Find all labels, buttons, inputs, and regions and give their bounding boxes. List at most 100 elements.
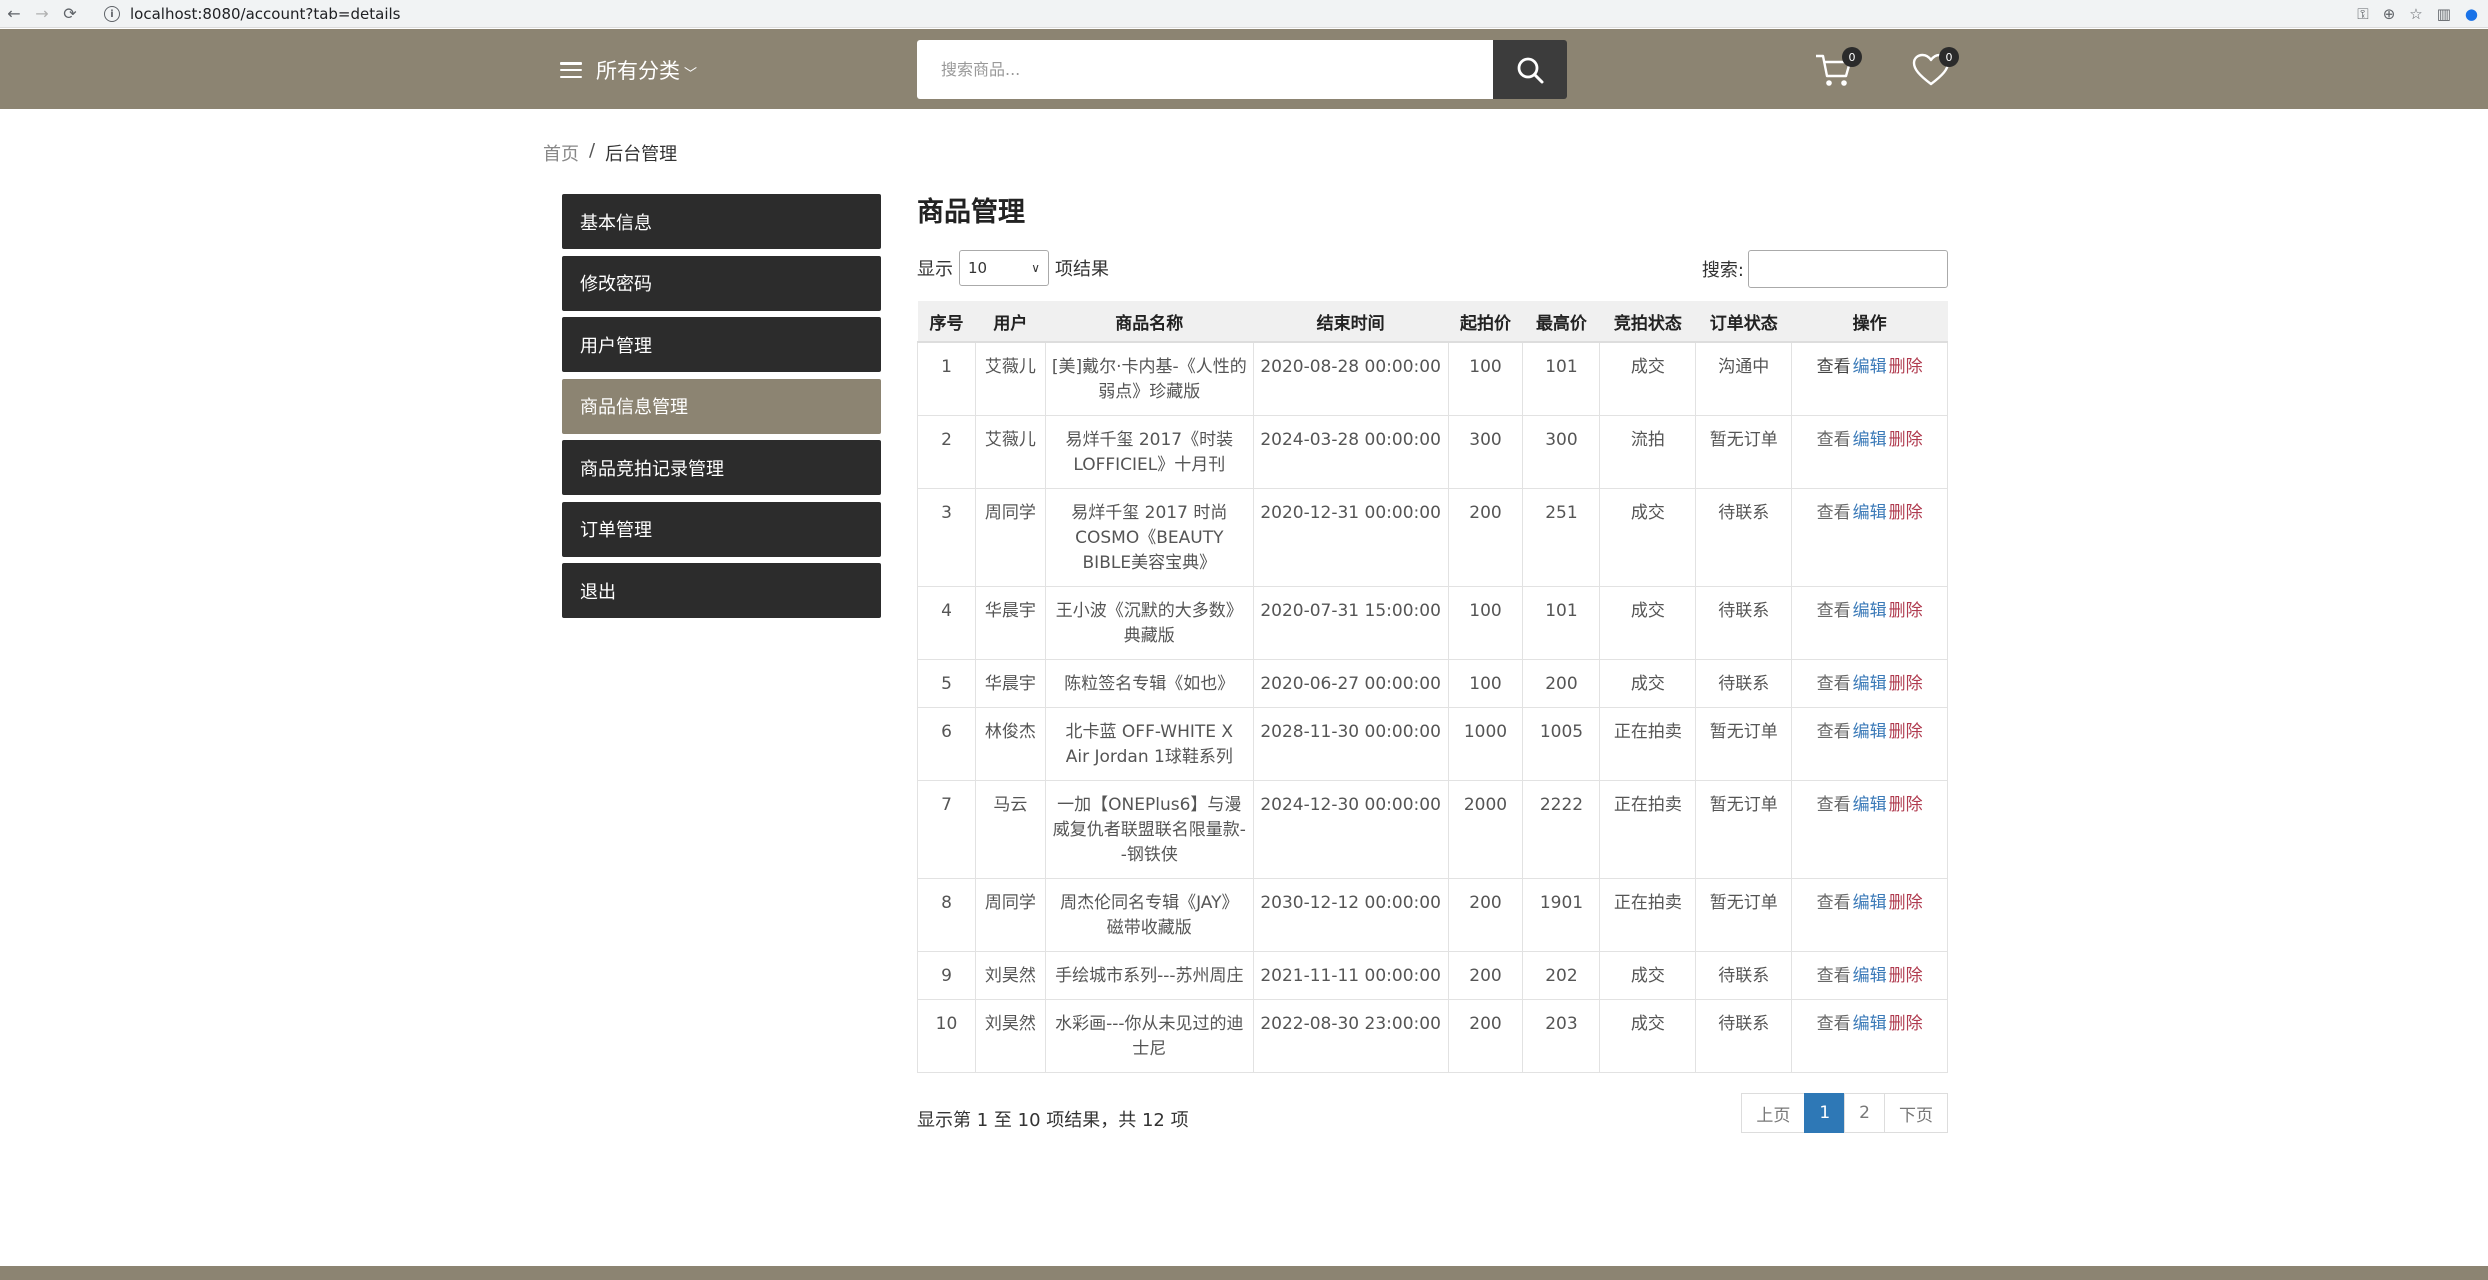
edit-link[interactable]: 编辑	[1853, 430, 1887, 450]
address-bar[interactable]: i localhost:8080/account?tab=details	[104, 2, 400, 26]
site-info-icon[interactable]: i	[104, 6, 120, 22]
edit-link[interactable]: 编辑	[1853, 601, 1887, 621]
zoom-icon[interactable]: ⊕	[2383, 5, 2396, 23]
table-row: 2 艾薇儿 易烊千玺 2017《时装LOFFICIEL》十月刊 2024-03-…	[917, 415, 1948, 489]
delete-link[interactable]: 删除	[1889, 722, 1923, 742]
search-bar	[917, 40, 1567, 99]
delete-link[interactable]: 删除	[1889, 503, 1923, 523]
cell-product-name: 王小波《沉默的大多数》典藏版	[1044, 586, 1254, 660]
star-icon[interactable]: ☆	[2409, 5, 2422, 23]
view-link[interactable]: 查看	[1817, 1014, 1851, 1034]
category-menu[interactable]: 所有分类 ﹀	[560, 55, 697, 85]
edit-link[interactable]: 编辑	[1853, 503, 1887, 523]
chevron-down-icon: ﹀	[684, 66, 698, 82]
delete-link[interactable]: 删除	[1889, 795, 1923, 815]
page-size-select[interactable]: 10 ∨	[959, 250, 1049, 286]
edit-link[interactable]: 编辑	[1853, 966, 1887, 986]
cell-bid-status: 正在拍卖	[1599, 878, 1697, 952]
sidebar-item-logout[interactable]: 退出	[562, 563, 881, 618]
edit-link[interactable]: 编辑	[1853, 795, 1887, 815]
view-link[interactable]: 查看	[1817, 357, 1851, 377]
view-link[interactable]: 查看	[1817, 601, 1851, 621]
col-header-product-name[interactable]: 商品名称	[1045, 301, 1254, 343]
table-controls: 显示 10 ∨ 项结果 搜索:	[917, 250, 1948, 290]
cell-user: 刘昊然	[974, 951, 1046, 1000]
profile-icon[interactable]: ●	[2465, 5, 2478, 23]
next-page-button[interactable]: 下页	[1884, 1093, 1948, 1133]
sidebar-item-change-password[interactable]: 修改密码	[562, 255, 881, 311]
delete-link[interactable]: 删除	[1889, 966, 1923, 986]
table-search-input[interactable]	[1748, 250, 1948, 288]
edit-link[interactable]: 编辑	[1853, 674, 1887, 694]
cell-bid-status: 正在拍卖	[1599, 780, 1697, 879]
delete-link[interactable]: 删除	[1889, 430, 1923, 450]
view-link[interactable]: 查看	[1817, 893, 1851, 913]
col-header-actions[interactable]: 操作	[1791, 301, 1948, 343]
view-link[interactable]: 查看	[1817, 722, 1851, 742]
cell-start-price: 300	[1447, 415, 1524, 489]
cell-bid-status: 成交	[1599, 488, 1697, 587]
cart-button[interactable]: 0	[1814, 47, 1862, 91]
col-header-user[interactable]: 用户	[975, 301, 1046, 343]
cell-no: 6	[917, 707, 976, 781]
cell-user: 艾薇儿	[974, 341, 1046, 416]
wishlist-button[interactable]: 0	[1911, 47, 1959, 91]
col-header-bid-status[interactable]: 竞拍状态	[1599, 301, 1696, 343]
back-icon[interactable]: ←	[0, 0, 28, 28]
sidepanel-icon[interactable]: ▥	[2437, 5, 2451, 23]
col-header-no[interactable]: 序号	[917, 301, 976, 343]
cell-order-status: 暂无订单	[1695, 415, 1793, 489]
cell-actions: 查看 编辑 删除	[1791, 488, 1948, 587]
cell-max-price: 1005	[1522, 707, 1601, 781]
delete-link[interactable]: 删除	[1889, 893, 1923, 913]
cell-bid-status: 流拍	[1599, 415, 1697, 489]
forward-icon[interactable]: →	[28, 0, 56, 28]
page-button-2[interactable]: 2	[1844, 1093, 1885, 1133]
cell-order-status: 沟通中	[1695, 341, 1793, 416]
cell-max-price: 101	[1522, 586, 1601, 660]
col-header-end-time[interactable]: 结束时间	[1253, 301, 1449, 343]
sidebar-item-basic-info[interactable]: 基本信息	[562, 194, 881, 249]
sidebar-item-orders[interactable]: 订单管理	[562, 501, 881, 557]
cart-count-badge: 0	[1842, 47, 1862, 67]
view-link[interactable]: 查看	[1817, 430, 1851, 450]
sidebar-item-product-management[interactable]: 商品信息管理	[562, 378, 881, 434]
cell-product-name: 周杰伦同名专辑《JAY》磁带收藏版	[1044, 878, 1254, 952]
cell-user: 艾薇儿	[974, 415, 1046, 489]
delete-link[interactable]: 删除	[1889, 357, 1923, 377]
edit-link[interactable]: 编辑	[1853, 893, 1887, 913]
reload-icon[interactable]: ⟳	[56, 0, 84, 28]
delete-link[interactable]: 删除	[1889, 674, 1923, 694]
cell-order-status: 暂无订单	[1695, 878, 1793, 952]
table-header-row: 序号 用户 商品名称 结束时间 起拍价 最高价 竞拍状态 订单状态 操作	[917, 301, 1948, 343]
view-link[interactable]: 查看	[1817, 795, 1851, 815]
cell-order-status: 暂无订单	[1695, 707, 1793, 781]
sidebar-item-label: 订单管理	[580, 520, 652, 541]
cell-end-time: 2024-03-28 00:00:00	[1252, 415, 1449, 489]
search-button[interactable]	[1493, 40, 1567, 99]
cell-end-time: 2020-12-31 00:00:00	[1252, 488, 1449, 587]
col-header-start-price[interactable]: 起拍价	[1448, 301, 1523, 343]
table-row: 1 艾薇儿 [美]戴尔·卡内基-《人性的弱点》珍藏版 2020-08-28 00…	[917, 341, 1948, 416]
page-button-1[interactable]: 1	[1804, 1093, 1846, 1133]
prev-page-button[interactable]: 上页	[1741, 1093, 1806, 1133]
key-icon[interactable]: ⚿	[2357, 5, 2368, 23]
delete-link[interactable]: 删除	[1889, 1014, 1923, 1034]
cell-max-price: 300	[1522, 415, 1601, 489]
delete-link[interactable]: 删除	[1889, 601, 1923, 621]
sidebar-item-user-management[interactable]: 用户管理	[562, 317, 881, 372]
cell-actions: 查看 编辑 删除	[1791, 780, 1948, 879]
view-link[interactable]: 查看	[1817, 674, 1851, 694]
view-link[interactable]: 查看	[1817, 503, 1851, 523]
sidebar-item-label: 修改密码	[580, 274, 652, 295]
search-input[interactable]	[917, 40, 1493, 99]
view-link[interactable]: 查看	[1817, 966, 1851, 986]
breadcrumb-home[interactable]: 首页	[543, 140, 579, 166]
edit-link[interactable]: 编辑	[1853, 1014, 1887, 1034]
col-header-max-price[interactable]: 最高价	[1522, 301, 1600, 343]
sidebar-item-bid-records[interactable]: 商品竞拍记录管理	[562, 440, 881, 495]
col-header-order-status[interactable]: 订单状态	[1695, 301, 1792, 343]
edit-link[interactable]: 编辑	[1853, 722, 1887, 742]
cell-actions: 查看 编辑 删除	[1791, 586, 1948, 660]
edit-link[interactable]: 编辑	[1853, 357, 1887, 377]
